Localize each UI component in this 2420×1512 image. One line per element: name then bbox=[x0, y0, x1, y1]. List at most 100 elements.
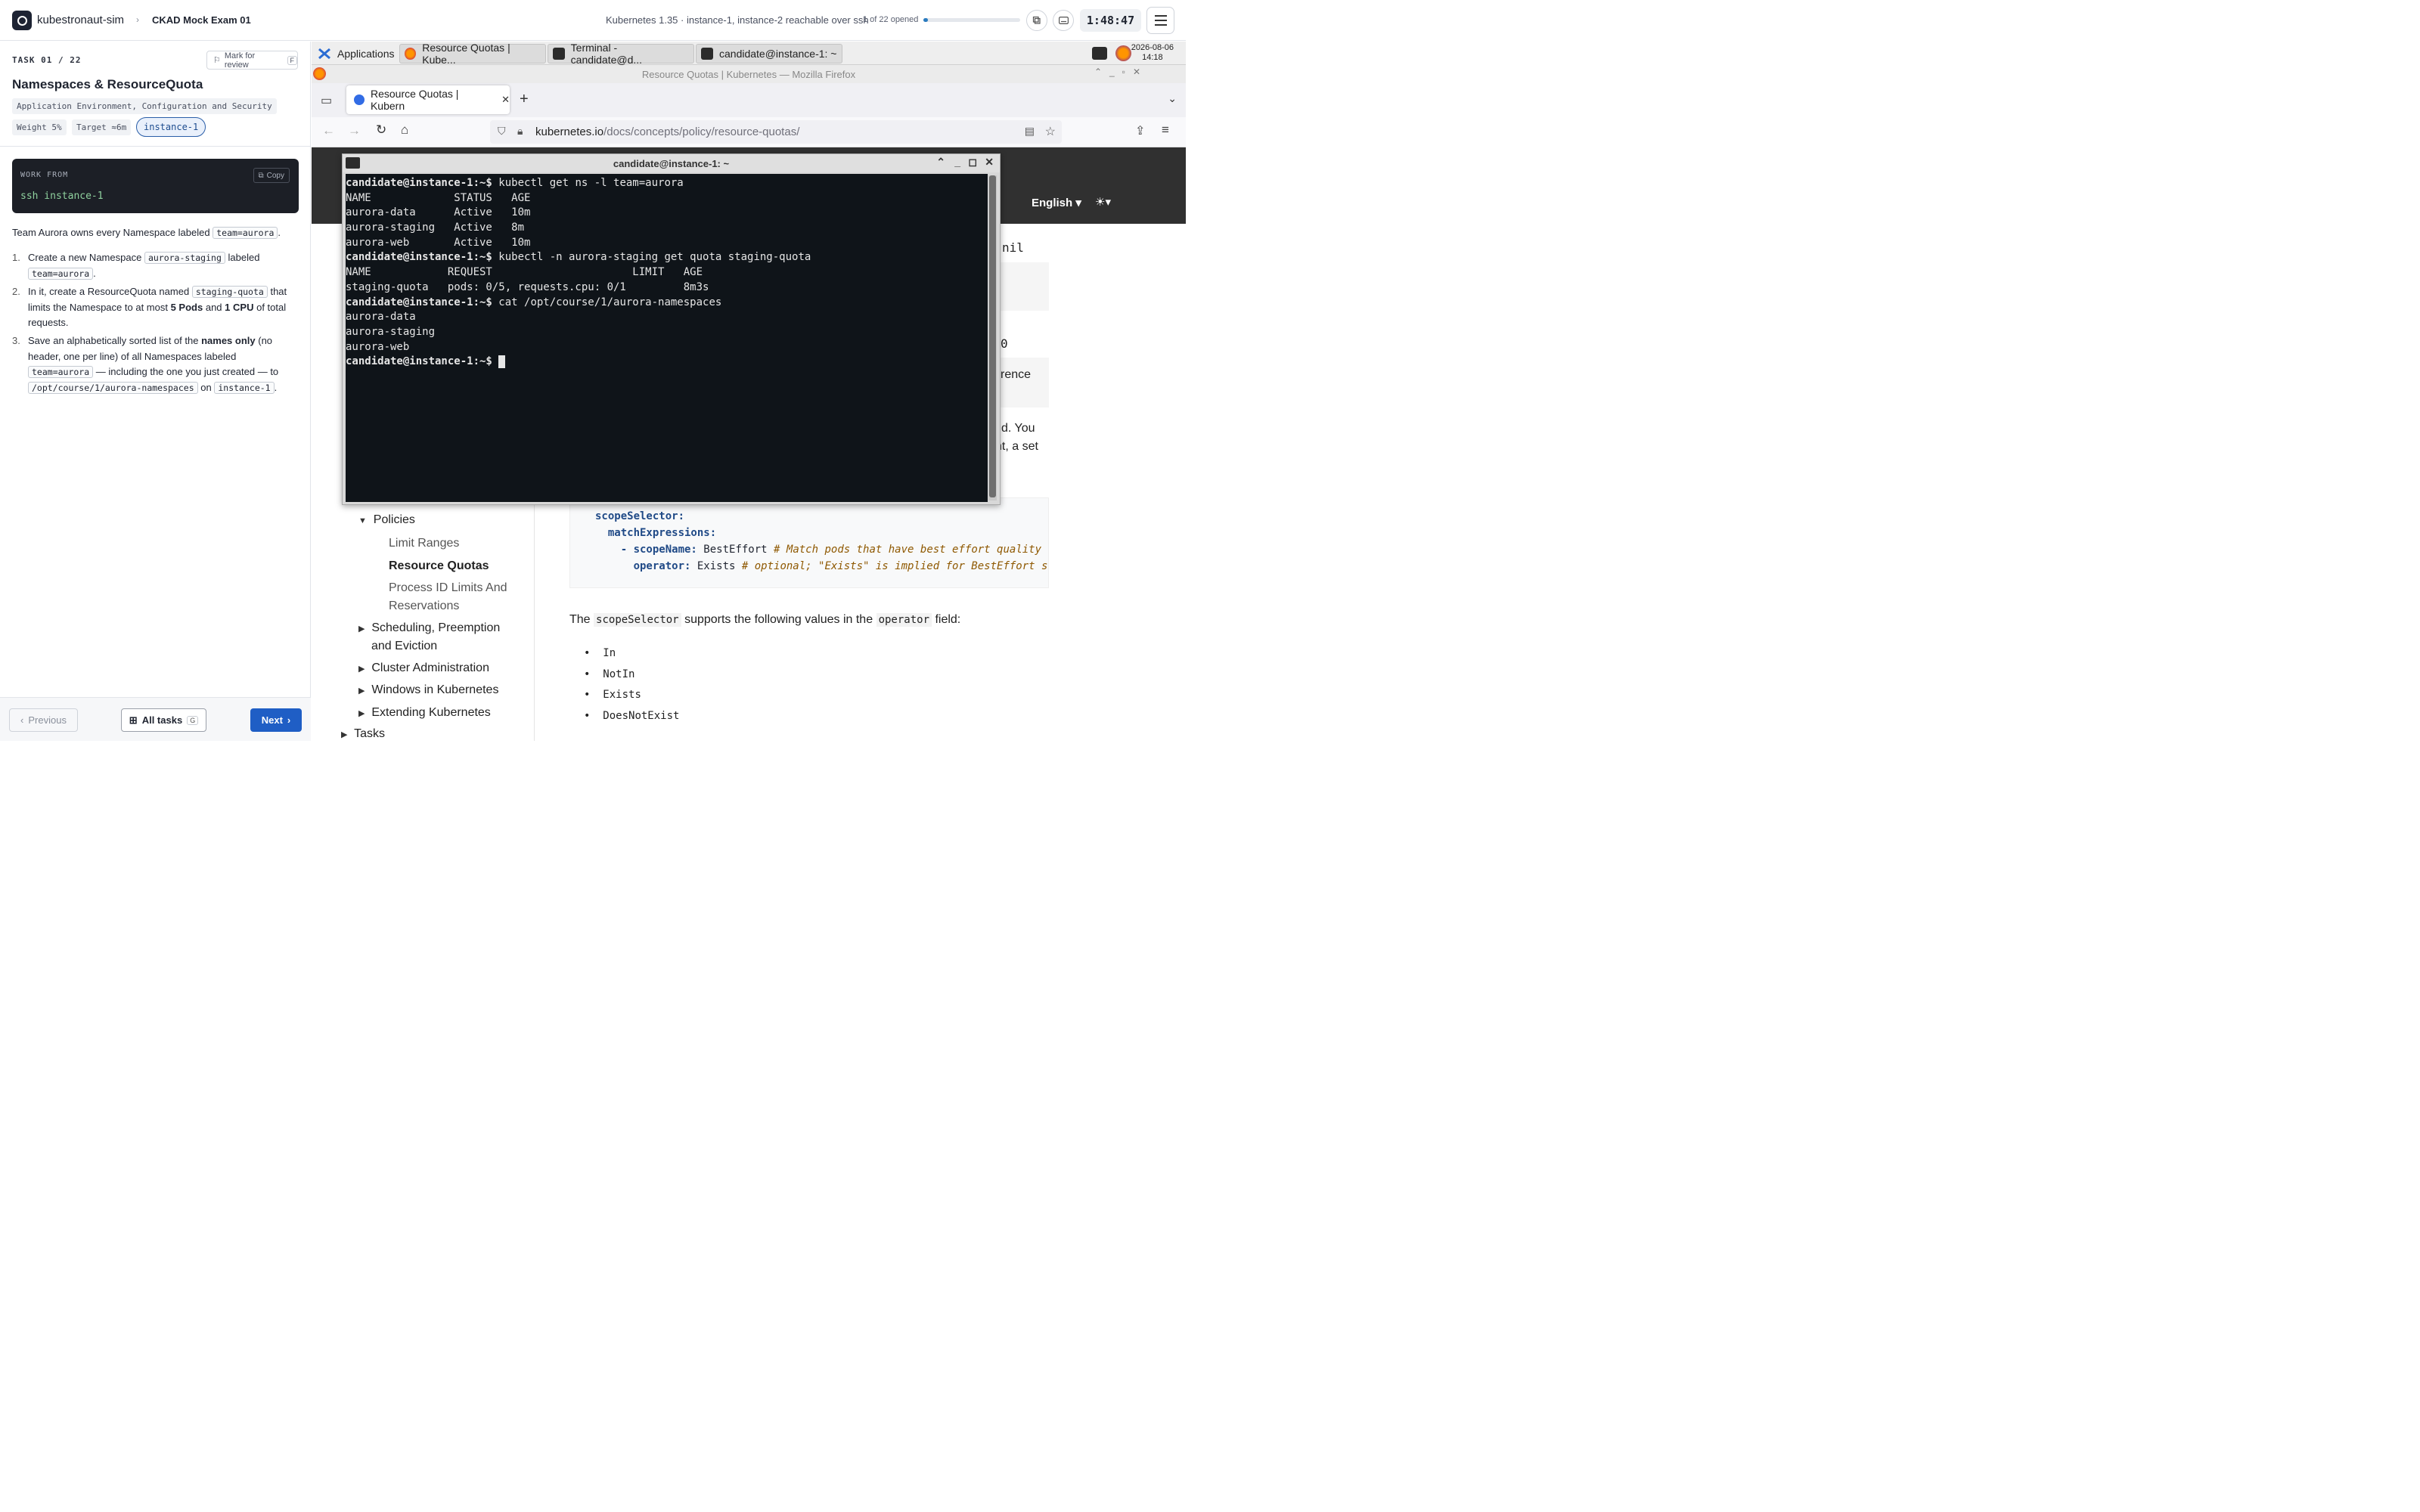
forward-icon[interactable]: → bbox=[348, 123, 361, 138]
minimize-icon[interactable]: _ bbox=[954, 156, 960, 168]
para-text: The bbox=[569, 613, 591, 626]
copy-icon: ⧉ bbox=[258, 171, 264, 180]
flag-icon: ⚐ bbox=[213, 56, 221, 65]
firefox-view-icon[interactable]: ▭ bbox=[321, 93, 332, 108]
terminal-prompt: candidate@instance-1:~$ bbox=[346, 177, 492, 189]
page-fragment: 0 bbox=[1001, 336, 1008, 351]
terminal-cursor bbox=[498, 355, 506, 368]
mark-for-review-button[interactable]: ⚐ Mark for review F bbox=[206, 51, 298, 70]
operator-paragraph: The scopeSelector supports the following… bbox=[569, 613, 960, 627]
minimize-icon[interactable]: ⌃ _ ▫ ✕ bbox=[1094, 67, 1140, 77]
divider bbox=[0, 146, 311, 147]
previous-label: Previous bbox=[28, 714, 67, 726]
terminal-text: kubectl get ns -l team=aurora bbox=[492, 177, 684, 189]
back-icon[interactable]: ← bbox=[322, 123, 335, 138]
sidebar-item-scheduling[interactable]: ▶ Scheduling, Preemption bbox=[358, 619, 500, 638]
page-box bbox=[1001, 262, 1049, 311]
reload-icon[interactable]: ↻ bbox=[376, 122, 386, 138]
terminal-prompt: candidate@instance-1:~$ bbox=[346, 251, 492, 264]
code-token: matchExpressions: bbox=[607, 527, 717, 539]
shade-icon[interactable]: ⌃ bbox=[936, 156, 945, 169]
taskbar-window-firefox[interactable]: Resource Quotas | Kube... bbox=[399, 42, 546, 66]
sidebar-item-policies[interactable]: ▼ Policies bbox=[358, 511, 415, 530]
next-label: Next bbox=[261, 714, 283, 726]
sidebar-item-windows[interactable]: ▶ Windows in Kubernetes bbox=[358, 681, 498, 700]
step3-code: team=aurora bbox=[28, 366, 94, 378]
firefox-titlebar: Resource Quotas | Kubernetes — Mozilla F… bbox=[312, 65, 1186, 83]
step3-path: /opt/course/1/aurora-namespaces bbox=[28, 381, 198, 394]
theme-toggle-icon[interactable]: ☀▾ bbox=[1095, 195, 1111, 209]
terminal-line: staging-quota pods: 0/5, requests.cpu: 0… bbox=[346, 280, 988, 296]
step2-bold-pods: 5 Pods bbox=[170, 301, 203, 313]
copy-command-button[interactable]: ⧉ Copy bbox=[253, 168, 290, 183]
step1-text: Create a new Namespace bbox=[28, 252, 142, 263]
task-counter: TASK 01 / 22 bbox=[12, 55, 82, 65]
list-item: • Exists bbox=[584, 689, 641, 701]
step2-bold-cpu: 1 CPU bbox=[225, 301, 254, 313]
previous-button[interactable]: ‹ Previous bbox=[9, 708, 78, 732]
close-icon[interactable]: ✕ bbox=[985, 156, 994, 169]
terminal-text: aurora-web Active 10m bbox=[346, 236, 531, 249]
bookmark-star-icon[interactable]: ☆ bbox=[1045, 124, 1056, 139]
sidebar-item-cluster-admin[interactable]: ▶ Cluster Administration bbox=[358, 659, 489, 678]
step3-text-c: — including the one you just created — t… bbox=[95, 366, 279, 377]
task-title: Namespaces & ResourceQuota bbox=[12, 77, 203, 91]
terminal-window[interactable]: candidate@instance-1: ~ ⌃ _ ◻ ✕ candidat… bbox=[342, 153, 1001, 505]
all-tasks-button[interactable]: ⊞ All tasks G bbox=[121, 708, 206, 732]
instance-badge[interactable]: instance-1 bbox=[136, 117, 206, 137]
work-from-box: WORK FROM ⧉ Copy ssh instance-1 bbox=[12, 159, 299, 213]
sidebar-item-reservations: Reservations bbox=[389, 600, 460, 612]
shield-icon: ⛉ bbox=[498, 125, 506, 137]
next-button[interactable]: Next › bbox=[250, 708, 302, 732]
sidebar-label: Extending Kubernetes bbox=[371, 706, 491, 719]
copy-label: Copy bbox=[266, 171, 284, 180]
tab-label: Resource Quotas | Kubern bbox=[370, 88, 459, 112]
firefox-icon bbox=[313, 67, 326, 80]
app-logo-icon bbox=[12, 11, 32, 30]
language-selector[interactable]: English ▾ bbox=[1032, 196, 1081, 209]
sidebar-item-process-id-limits[interactable]: Process ID Limits And bbox=[389, 579, 507, 596]
sidebar-item-extending[interactable]: ▶ Extending Kubernetes bbox=[358, 704, 491, 723]
hamburger-menu-button[interactable] bbox=[1146, 7, 1174, 34]
terminal-launcher-icon[interactable] bbox=[1092, 47, 1107, 60]
weight-tag: Weight 5% bbox=[12, 119, 67, 135]
terminal-text: NAME REQUEST LIMIT AGE bbox=[346, 266, 703, 279]
reader-view-icon[interactable]: ▤ bbox=[1025, 125, 1035, 138]
opened-count: 1 of 22 opened bbox=[863, 15, 919, 24]
app-menu-icon[interactable]: ≡ bbox=[1162, 122, 1169, 138]
terminal-line: candidate@instance-1:~$ kubectl get ns -… bbox=[346, 176, 988, 191]
sidebar-item-limit-ranges[interactable]: Limit Ranges bbox=[389, 534, 459, 552]
applications-menu[interactable]: Applications bbox=[313, 44, 399, 64]
taskbar-window-terminal-instance[interactable]: candidate@instance-1: ~ bbox=[696, 44, 842, 64]
close-tab-icon[interactable]: ✕ bbox=[501, 94, 510, 106]
step3-instance: instance-1 bbox=[214, 381, 275, 394]
grid-icon: ⊞ bbox=[129, 714, 138, 726]
task-panel: TASK 01 / 22 ⚐ Mark for review F Namespa… bbox=[0, 42, 311, 741]
review-label: Mark for review bbox=[224, 51, 256, 70]
sidebar-item-tasks[interactable]: ▶ Tasks bbox=[341, 725, 385, 741]
maximize-icon[interactable]: ◻ bbox=[968, 156, 977, 169]
new-tab-icon[interactable]: + bbox=[520, 91, 529, 108]
terminal-titlebar[interactable]: candidate@instance-1: ~ ⌃ _ ◻ ✕ bbox=[343, 154, 1000, 172]
taskbar-clock: 2026-08-06 14:18 bbox=[1131, 43, 1174, 63]
terminal-prompt: candidate@instance-1:~$ bbox=[346, 296, 492, 308]
terminal-output[interactable]: candidate@instance-1:~$ kubectl get ns -… bbox=[346, 174, 988, 502]
step2-text: In it, create a ResourceQuota named bbox=[28, 286, 190, 297]
firefox-launcher-icon[interactable] bbox=[1115, 45, 1131, 61]
terminal-title: candidate@instance-1: ~ bbox=[613, 157, 730, 169]
keyboard-icon-button[interactable] bbox=[1053, 10, 1074, 31]
terminal-scrollbar[interactable] bbox=[988, 175, 997, 500]
list-item-text: NotIn bbox=[603, 668, 635, 680]
terminal-icon bbox=[553, 48, 565, 60]
url-bar[interactable]: ⛉ 🔒︎ kubernetes.io/docs/concepts/policy/… bbox=[490, 120, 1062, 144]
taskbar-window-terminal[interactable]: Terminal - candidate@d... bbox=[548, 42, 694, 66]
home-icon[interactable]: ⌂ bbox=[401, 122, 408, 138]
operator-values-list: • In • NotIn • Exists • DoesNotExist bbox=[584, 643, 679, 727]
sidebar-item-resource-quotas[interactable]: Resource Quotas bbox=[389, 557, 489, 575]
kubernetes-favicon bbox=[354, 94, 365, 105]
list-tabs-icon[interactable]: ⌄ bbox=[1168, 92, 1177, 105]
tab-resource-quotas[interactable]: Resource Quotas | Kubern ✕ bbox=[346, 85, 510, 114]
copy-icon-button[interactable] bbox=[1026, 10, 1047, 31]
extensions-icon[interactable]: ⇪ bbox=[1135, 123, 1145, 138]
para-code: scopeSelector bbox=[594, 613, 681, 627]
